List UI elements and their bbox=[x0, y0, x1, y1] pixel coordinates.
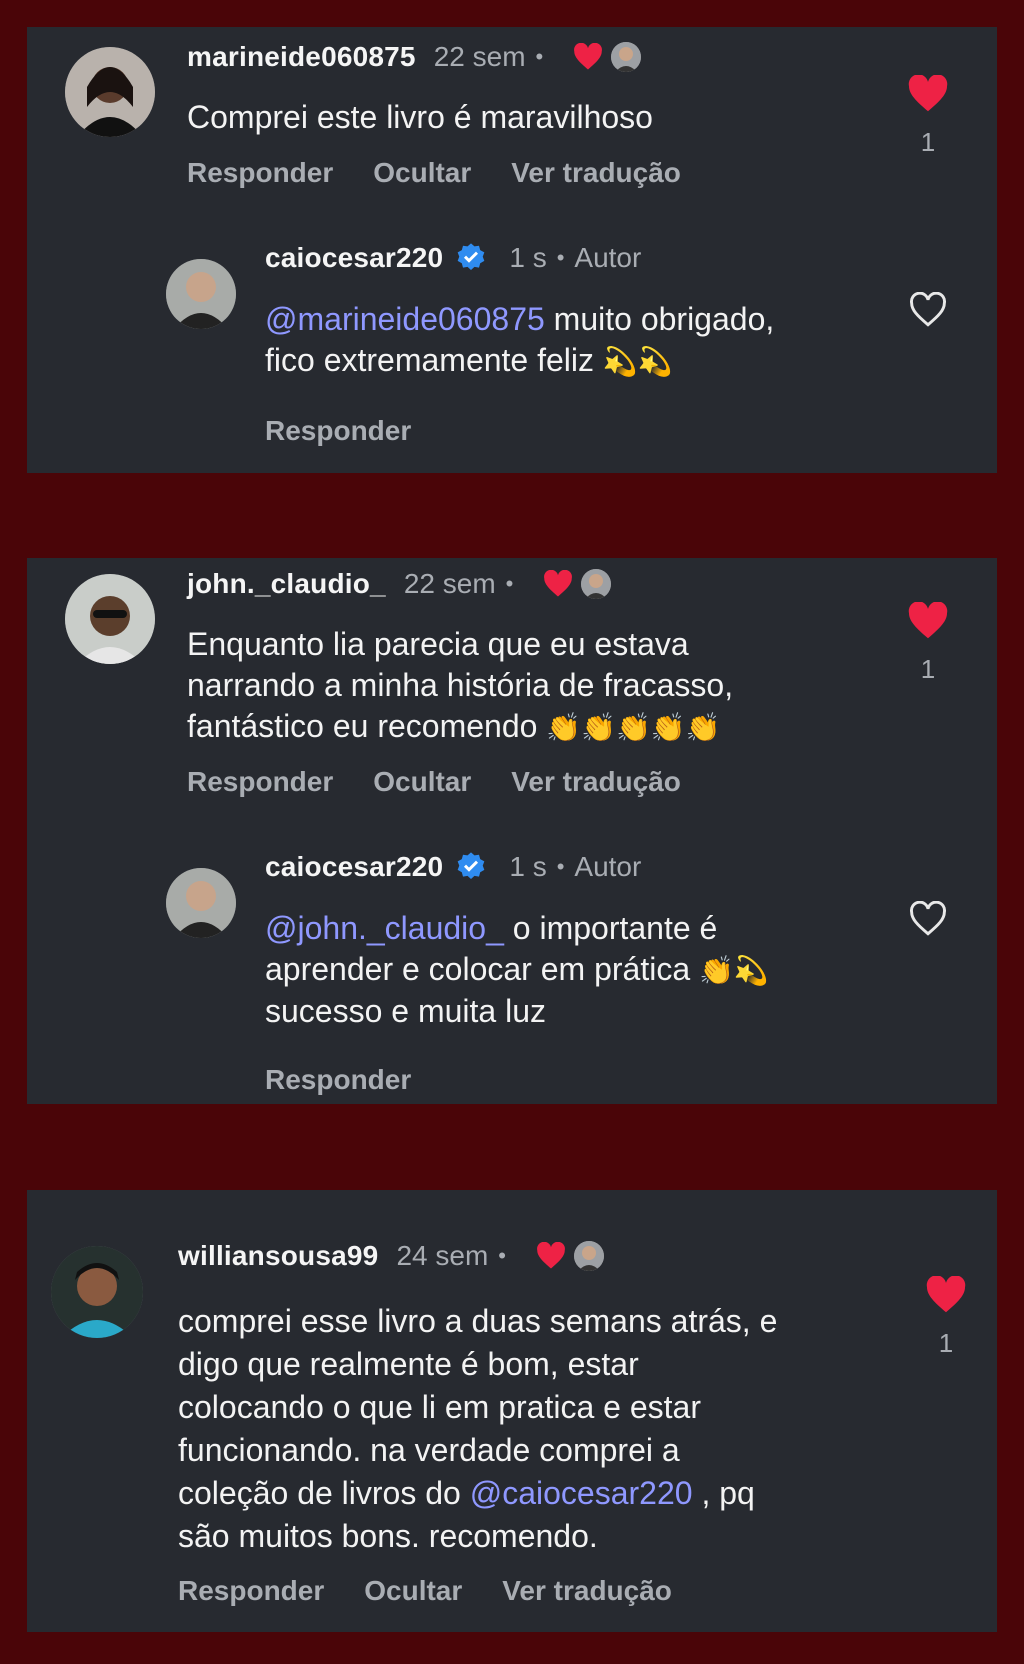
timestamp: 1 s bbox=[509, 242, 547, 273]
mention-link[interactable]: @caiocesar220 bbox=[470, 1475, 693, 1511]
like-column: 1 bbox=[898, 602, 958, 685]
comment-actions: Responder Ocultar Ver tradução bbox=[187, 766, 721, 798]
creator-liked-heart-icon bbox=[544, 570, 573, 597]
reply-button[interactable]: Responder bbox=[178, 1575, 324, 1607]
comment-header: marineide060875 22 sem • bbox=[187, 41, 642, 73]
timestamp: 1 s bbox=[509, 851, 547, 882]
like-heart-icon[interactable] bbox=[907, 602, 949, 640]
reply-text: @john._claudio_ o importante é aprender … bbox=[265, 910, 769, 1029]
separator-dot: • bbox=[556, 245, 565, 270]
like-column bbox=[898, 901, 958, 937]
hide-button[interactable]: Ocultar bbox=[364, 1575, 462, 1607]
comment-header: john._claudio_ 22 sem • bbox=[187, 568, 612, 600]
comment-text: Comprei este livro é maravilhoso bbox=[187, 99, 653, 135]
like-count: 1 bbox=[938, 1328, 954, 1358]
avatar[interactable] bbox=[51, 1246, 143, 1338]
hide-button[interactable]: Ocultar bbox=[373, 157, 471, 189]
creator-liked-heart-icon bbox=[574, 43, 603, 70]
translate-button[interactable]: Ver tradução bbox=[502, 1575, 672, 1607]
separator-dot: • bbox=[505, 571, 514, 596]
like-count: 1 bbox=[920, 127, 936, 157]
author-badge: Autor bbox=[574, 242, 642, 273]
like-heart-icon[interactable] bbox=[925, 1276, 967, 1314]
clap-sparkle-emoji: 👏💫 bbox=[699, 954, 769, 987]
avatar[interactable] bbox=[65, 574, 155, 664]
hide-button[interactable]: Ocultar bbox=[373, 766, 471, 798]
creator-avatar bbox=[611, 42, 642, 72]
separator-dot: • bbox=[535, 44, 544, 69]
reply-header: caiocesar220 1 s • Autor bbox=[265, 242, 641, 274]
translate-button[interactable]: Ver tradução bbox=[511, 157, 681, 189]
username[interactable]: john._claudio_ bbox=[187, 568, 386, 600]
username[interactable]: williansousa99 bbox=[178, 1240, 378, 1272]
reply-button[interactable]: Responder bbox=[265, 415, 411, 447]
avatar[interactable] bbox=[65, 47, 155, 137]
like-heart-icon[interactable] bbox=[907, 75, 949, 113]
reply-button[interactable]: Responder bbox=[187, 157, 333, 189]
creator-avatar bbox=[581, 569, 612, 599]
reply-text: @marineide060875 muito obrigado, fico ex… bbox=[265, 301, 775, 378]
username[interactable]: caiocesar220 bbox=[265, 242, 443, 274]
author-badge: Autor bbox=[574, 851, 642, 882]
separator-dot: • bbox=[498, 1243, 506, 1268]
comment-text: Enquanto lia parecia que eu estava narra… bbox=[187, 626, 734, 744]
like-outline-heart-icon[interactable] bbox=[908, 292, 948, 328]
clapping-emoji: 👏👏👏👏👏 bbox=[546, 711, 721, 744]
username[interactable]: caiocesar220 bbox=[265, 851, 443, 883]
like-column: 1 bbox=[898, 75, 958, 158]
reply-button[interactable]: Responder bbox=[187, 766, 333, 798]
reply-actions: Responder bbox=[265, 1064, 451, 1096]
like-column bbox=[898, 292, 958, 328]
mention-link[interactable]: @marineide060875 bbox=[265, 301, 545, 337]
like-column: 1 bbox=[916, 1276, 976, 1359]
reply-actions: Responder bbox=[265, 415, 451, 447]
timestamp: 22 sem bbox=[433, 41, 526, 72]
timestamp: 24 sem bbox=[396, 1240, 489, 1271]
comment-text: comprei esse livro a duas semans atrás, … bbox=[178, 1303, 778, 1554]
comment-header: williansousa99 24 sem • bbox=[178, 1240, 604, 1272]
timestamp: 22 sem bbox=[403, 568, 496, 599]
comment-card: john._claudio_ 22 sem • Enquanto lia par… bbox=[27, 558, 997, 1104]
reply-button[interactable]: Responder bbox=[265, 1064, 411, 1096]
separator-dot: • bbox=[556, 854, 565, 879]
avatar[interactable] bbox=[166, 259, 236, 329]
translate-button[interactable]: Ver tradução bbox=[511, 766, 681, 798]
username[interactable]: marineide060875 bbox=[187, 41, 416, 73]
sparkle-emoji: 💫💫 bbox=[602, 345, 673, 378]
verified-badge-icon bbox=[458, 852, 485, 879]
comment-card: williansousa99 24 sem • comprei esse liv… bbox=[27, 1190, 997, 1632]
comment-actions: Responder Ocultar Ver tradução bbox=[178, 1575, 712, 1607]
reply-header: caiocesar220 1 s • Autor bbox=[265, 851, 641, 883]
comment-card: marineide060875 22 sem • Comprei este li… bbox=[27, 27, 997, 473]
like-count: 1 bbox=[920, 654, 936, 684]
verified-badge-icon bbox=[458, 243, 485, 270]
creator-liked-heart-icon bbox=[537, 1242, 565, 1269]
comment-actions: Responder Ocultar Ver tradução bbox=[187, 157, 721, 189]
mention-link[interactable]: @john._claudio_ bbox=[265, 910, 504, 946]
like-outline-heart-icon[interactable] bbox=[908, 901, 948, 937]
avatar[interactable] bbox=[166, 868, 236, 938]
creator-avatar bbox=[573, 1241, 604, 1271]
